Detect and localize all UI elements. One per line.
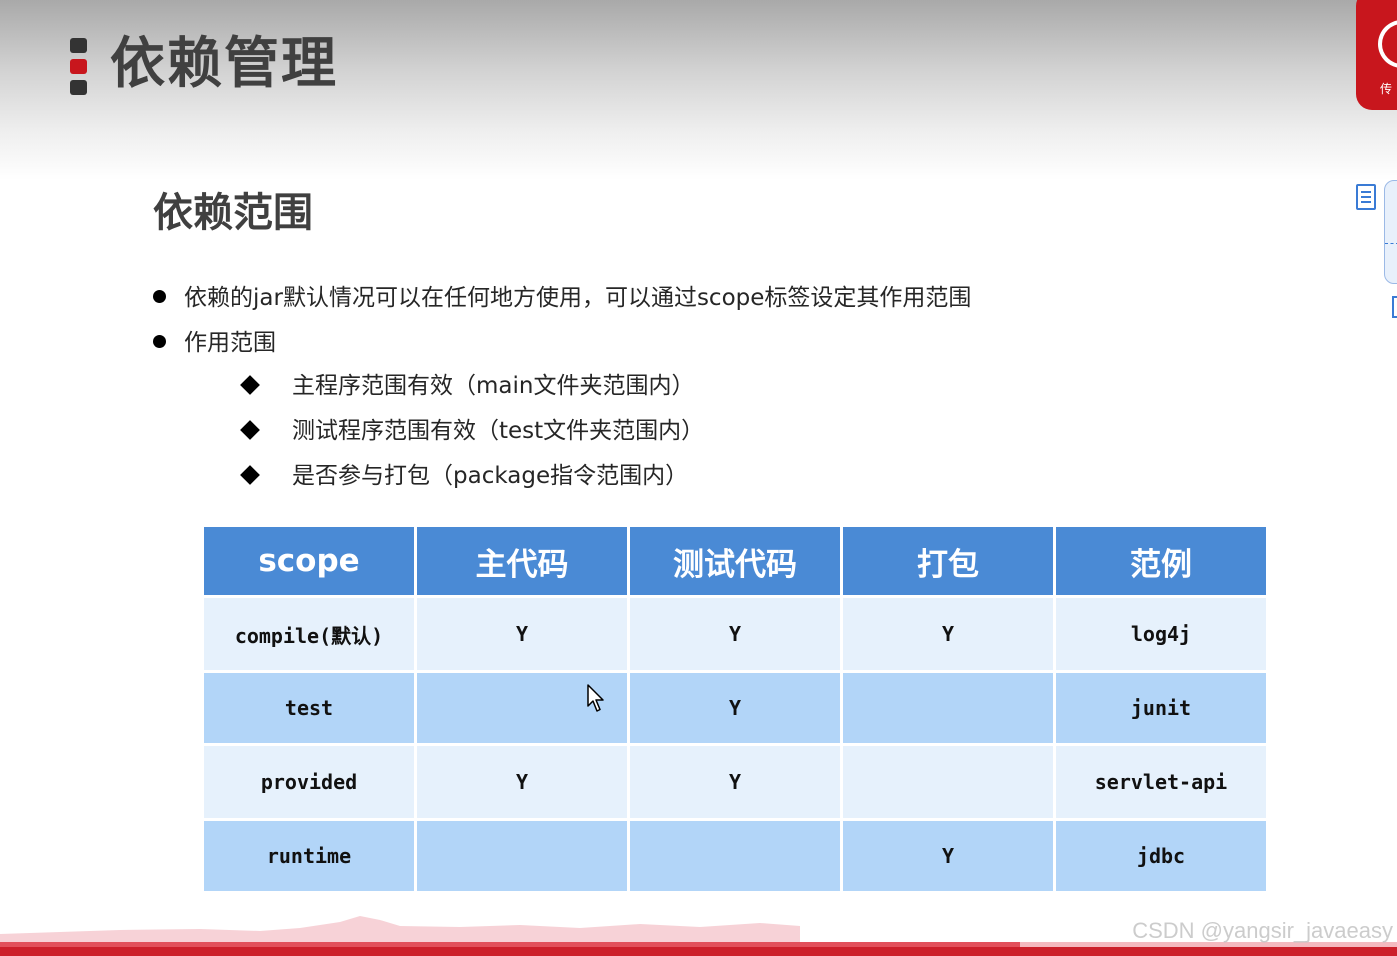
header-example: 范例 <box>1056 527 1266 595</box>
sub-bullet-text: 是否参与打包（package指令范围内） <box>292 463 689 489</box>
sub-bullet-item: 测试程序范围有效（test文件夹范围内） <box>240 416 704 446</box>
table-cell: Y <box>417 746 627 818</box>
title-marker-icon <box>70 38 88 98</box>
table-cell <box>630 821 840 891</box>
side-panel[interactable] <box>1384 180 1397 284</box>
side-bracket-icon[interactable] <box>1392 296 1397 318</box>
logo-icon: 传 <box>1356 0 1397 110</box>
table-cell: provided <box>204 746 414 818</box>
bullet-dot-icon <box>153 290 166 303</box>
page-title: 依赖管理 <box>110 31 339 95</box>
progress-base <box>0 947 1397 956</box>
table-cell: Y <box>630 598 840 670</box>
header-test-code: 测试代码 <box>630 527 840 595</box>
table-cell: servlet-api <box>1056 746 1266 818</box>
bullet-text: 依赖的jar默认情况可以在任何地方使用，可以通过scope标签设定其作用范围 <box>184 285 972 311</box>
sub-bullet-text: 测试程序范围有效（test文件夹范围内） <box>292 418 705 444</box>
section-title: 依赖范围 <box>153 190 313 236</box>
table-header-row: scope 主代码 测试代码 打包 范例 <box>204 527 1266 595</box>
table-cell: runtime <box>204 821 414 891</box>
table-cell: log4j <box>1056 598 1266 670</box>
bullet-item: 作用范围 <box>153 328 276 358</box>
table-cell: test <box>204 673 414 743</box>
table-cell <box>843 746 1053 818</box>
scope-table: scope 主代码 测试代码 打包 范例 compile(默认) Y Y Y l… <box>201 524 1269 894</box>
table-cell: Y <box>630 673 840 743</box>
diamond-bullet-icon <box>240 464 260 485</box>
slide-page: 依赖管理 传 依赖范围 依赖的jar默认情况可以在任何地方使用，可以通过scop… <box>0 0 1397 956</box>
sub-bullet-text: 主程序范围有效（main文件夹范围内） <box>292 373 695 399</box>
logo-text: 传 <box>1380 82 1393 96</box>
header-main-code: 主代码 <box>417 527 627 595</box>
table-row: provided Y Y servlet-api <box>204 746 1266 818</box>
table-cell: Y <box>843 821 1053 891</box>
table-cell <box>417 821 627 891</box>
table-cell: compile(默认) <box>204 598 414 670</box>
sub-bullet-item: 是否参与打包（package指令范围内） <box>240 461 688 491</box>
table-cell: Y <box>843 598 1053 670</box>
diamond-bullet-icon <box>240 374 260 395</box>
diamond-bullet-icon <box>240 419 260 440</box>
header-package: 打包 <box>843 527 1053 595</box>
table-cell <box>843 673 1053 743</box>
bullet-item: 依赖的jar默认情况可以在任何地方使用，可以通过scope标签设定其作用范围 <box>153 283 971 313</box>
cursor-icon <box>587 684 604 712</box>
table-cell: Y <box>630 746 840 818</box>
note-icon[interactable] <box>1356 184 1376 210</box>
audio-waveform <box>0 916 800 942</box>
table-cell: Y <box>417 598 627 670</box>
bullet-dot-icon <box>153 335 166 348</box>
table-row: test Y junit <box>204 673 1266 743</box>
table-cell: junit <box>1056 673 1266 743</box>
table-row: runtime Y jdbc <box>204 821 1266 891</box>
table-row: compile(默认) Y Y Y log4j <box>204 598 1266 670</box>
header-scope: scope <box>204 527 414 595</box>
bullet-text: 作用范围 <box>184 330 276 356</box>
sub-bullet-item: 主程序范围有效（main文件夹范围内） <box>240 371 694 401</box>
watermark: CSDN @yangsir_javaeasy <box>1132 918 1393 943</box>
table-cell: jdbc <box>1056 821 1266 891</box>
